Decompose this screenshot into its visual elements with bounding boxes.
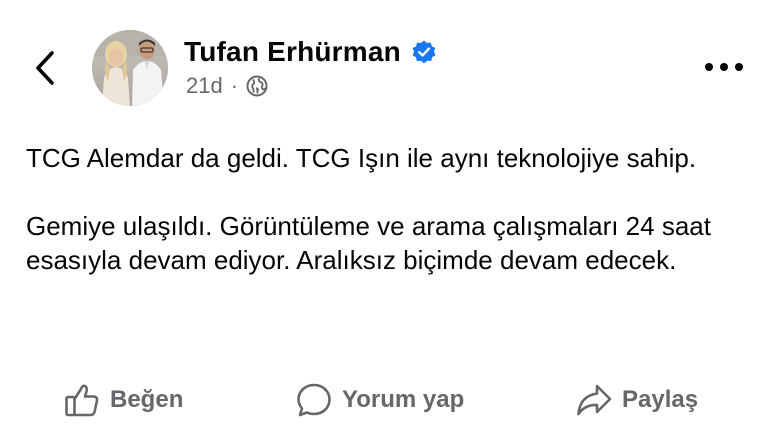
globe-icon[interactable] bbox=[246, 75, 268, 97]
post-paragraph: TCG Alemdar da geldi. TCG Işın ile aynı … bbox=[26, 143, 697, 173]
comment-label: Yorum yap bbox=[342, 386, 465, 413]
thumbs-up-icon bbox=[62, 380, 102, 420]
chevron-left-icon bbox=[36, 51, 54, 85]
action-bar: Beğen Yorum yap Paylaş bbox=[0, 378, 770, 422]
comment-bubble-icon bbox=[294, 380, 334, 420]
share-arrow-icon bbox=[574, 380, 614, 420]
post-view: Tufan Erhürman 21d · TCG Alemdar da geld… bbox=[0, 0, 770, 448]
more-options-button[interactable] bbox=[700, 52, 748, 82]
like-button[interactable]: Beğen bbox=[62, 378, 183, 422]
author-row: Tufan Erhürman bbox=[184, 34, 437, 70]
back-button[interactable] bbox=[30, 48, 60, 88]
post-paragraph: Gemiye ulaşıldı. Görüntüleme ve arama ça… bbox=[26, 211, 711, 275]
meta-separator: · bbox=[230, 73, 239, 98]
author-name[interactable]: Tufan Erhürman bbox=[184, 36, 401, 68]
post-meta: 21d · bbox=[186, 72, 268, 100]
avatar[interactable] bbox=[92, 30, 168, 106]
comment-button[interactable]: Yorum yap bbox=[294, 378, 464, 422]
more-dots-icon bbox=[705, 63, 743, 71]
share-button[interactable]: Paylaş bbox=[574, 378, 698, 422]
verified-badge-icon bbox=[411, 39, 437, 65]
post-time[interactable]: 21d bbox=[186, 73, 223, 99]
post-body: TCG Alemdar da geldi. TCG Işın ile aynı … bbox=[26, 141, 746, 277]
like-label: Beğen bbox=[110, 386, 184, 413]
avatar-photo bbox=[92, 30, 168, 106]
share-label: Paylaş bbox=[622, 386, 699, 413]
